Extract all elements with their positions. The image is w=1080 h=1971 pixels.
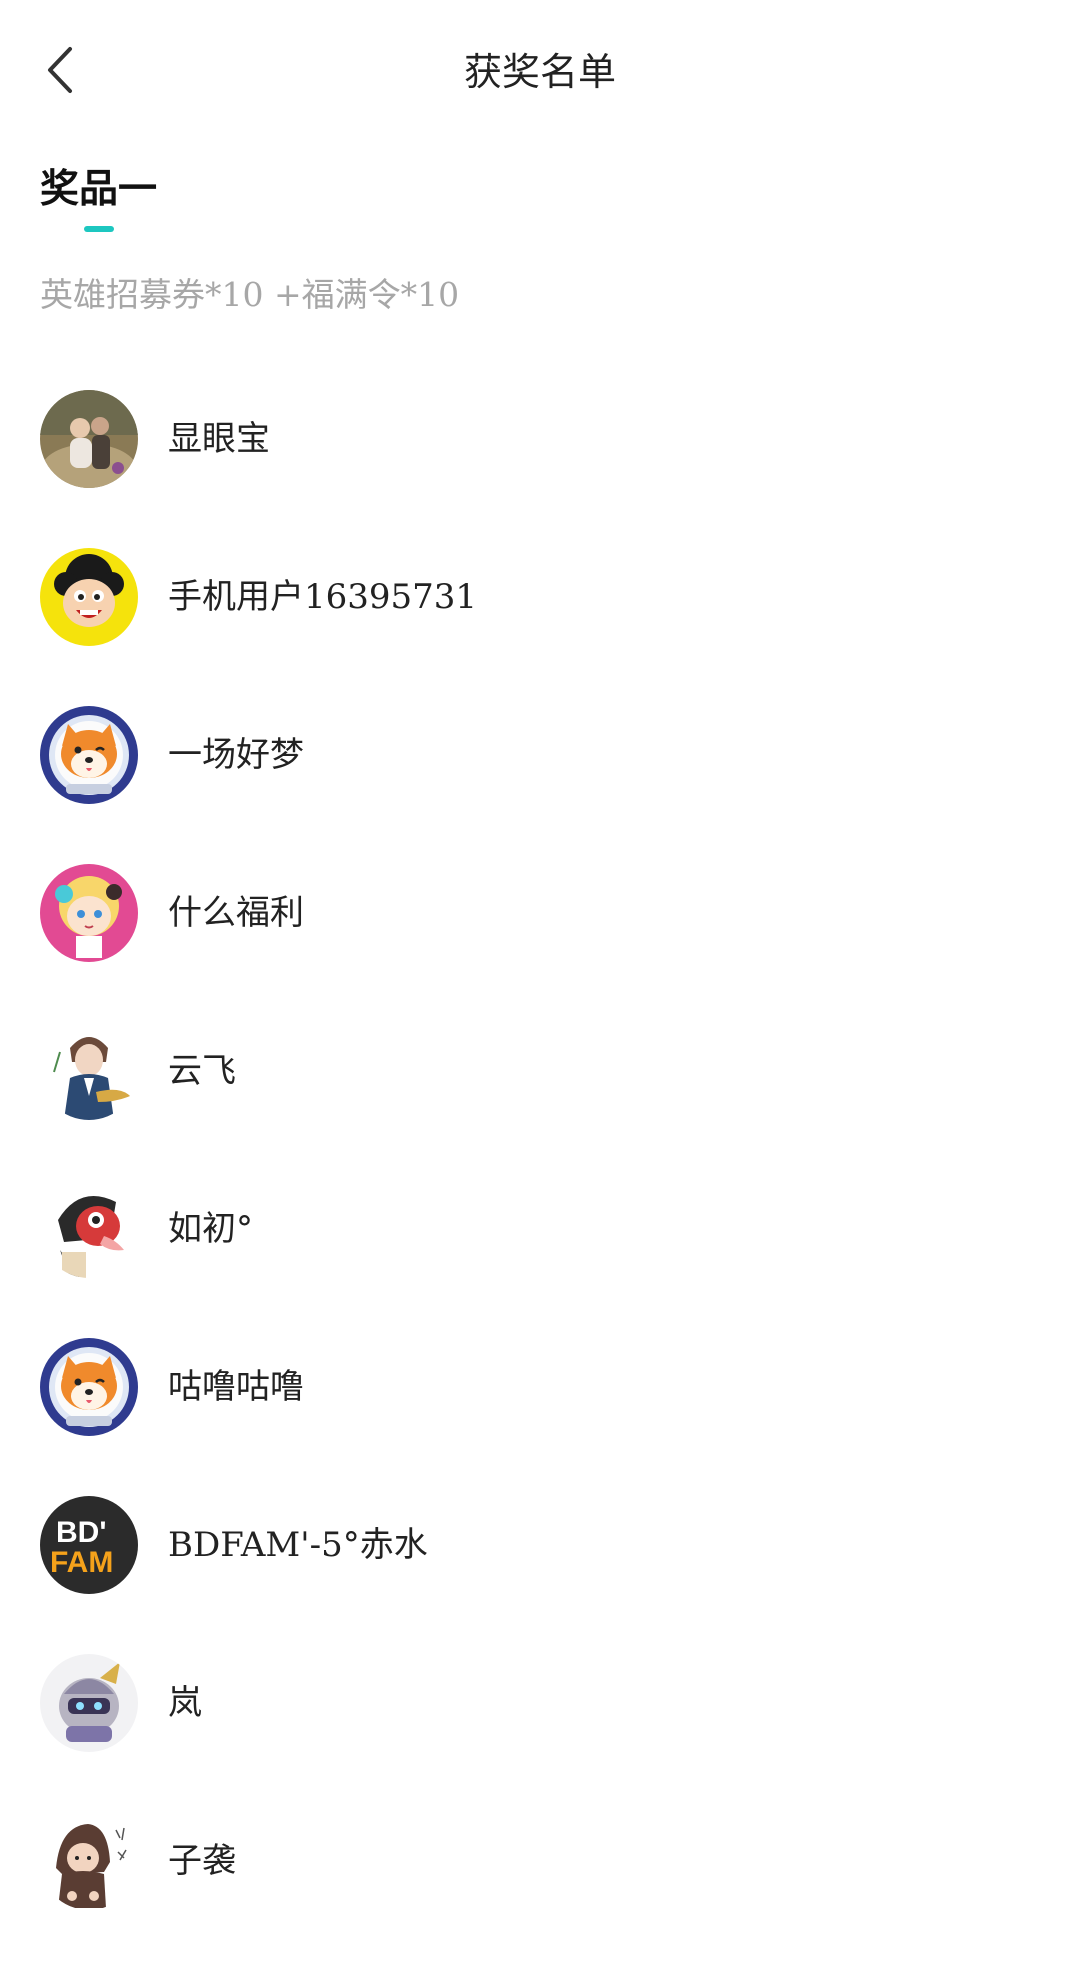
list-item[interactable]: 手机用户16395731 (0, 518, 1080, 676)
anime-character-avatar (40, 1022, 138, 1120)
winner-name: 子袭 (168, 1841, 236, 1881)
tab-indicator (84, 226, 114, 232)
logo-text-bottom: FAM (50, 1546, 113, 1579)
hooded-doll-avatar (40, 1812, 138, 1910)
winner-name: 岚 (168, 1683, 202, 1723)
red-mask-character-avatar (40, 1180, 138, 1278)
prize-description: 英雄招募券*10 +福满令*10 (40, 275, 460, 314)
knight-robot-avatar (40, 1654, 138, 1752)
list-item[interactable]: 咕噜咕噜 (0, 1308, 1080, 1466)
bd-fam-logo-avatar: BD' FAM (40, 1496, 138, 1594)
list-item[interactable]: 岚 (0, 1624, 1080, 1782)
page-title: 获奖名单 (463, 50, 616, 94)
cartoon-girl-yellow-avatar (40, 548, 138, 646)
anime-girl-pink-avatar (40, 864, 138, 962)
top-bar: 获奖名单 (0, 0, 1080, 140)
winner-name: BDFAM'-5°赤水 (168, 1525, 428, 1565)
list-item[interactable]: 子袭 (0, 1782, 1080, 1940)
winner-name: 如初° (168, 1209, 253, 1249)
winner-name: 显眼宝 (168, 419, 270, 459)
shiba-astronaut-avatar (40, 1338, 138, 1436)
list-item[interactable]: 如初° (0, 1150, 1080, 1308)
logo-text-top: BD' (56, 1516, 106, 1549)
list-item[interactable]: 一场好梦 (0, 676, 1080, 834)
tab-label: 奖品一 (40, 167, 158, 212)
list-item[interactable]: 显眼宝 (0, 360, 1080, 518)
winner-name: 咕噜咕噜 (168, 1367, 304, 1407)
list-item[interactable]: 什么福利 (0, 834, 1080, 992)
winner-name: 手机用户16395731 (168, 577, 478, 617)
winner-name: 什么福利 (168, 893, 304, 933)
photo-avatar (40, 390, 138, 488)
tab-prize-one[interactable]: 奖品一 (40, 164, 157, 234)
shiba-astronaut-avatar (40, 706, 138, 804)
list-item[interactable]: 云飞 (0, 992, 1080, 1150)
winner-list: 显眼宝 手机用户16395731 一场好梦 什么福利 云飞 如初° 咕噜咕噜 B… (0, 360, 1080, 1940)
winner-name: 云飞 (168, 1051, 236, 1091)
winner-name: 一场好梦 (168, 735, 304, 775)
list-item[interactable]: BD' FAM BDFAM'-5°赤水 (0, 1466, 1080, 1624)
